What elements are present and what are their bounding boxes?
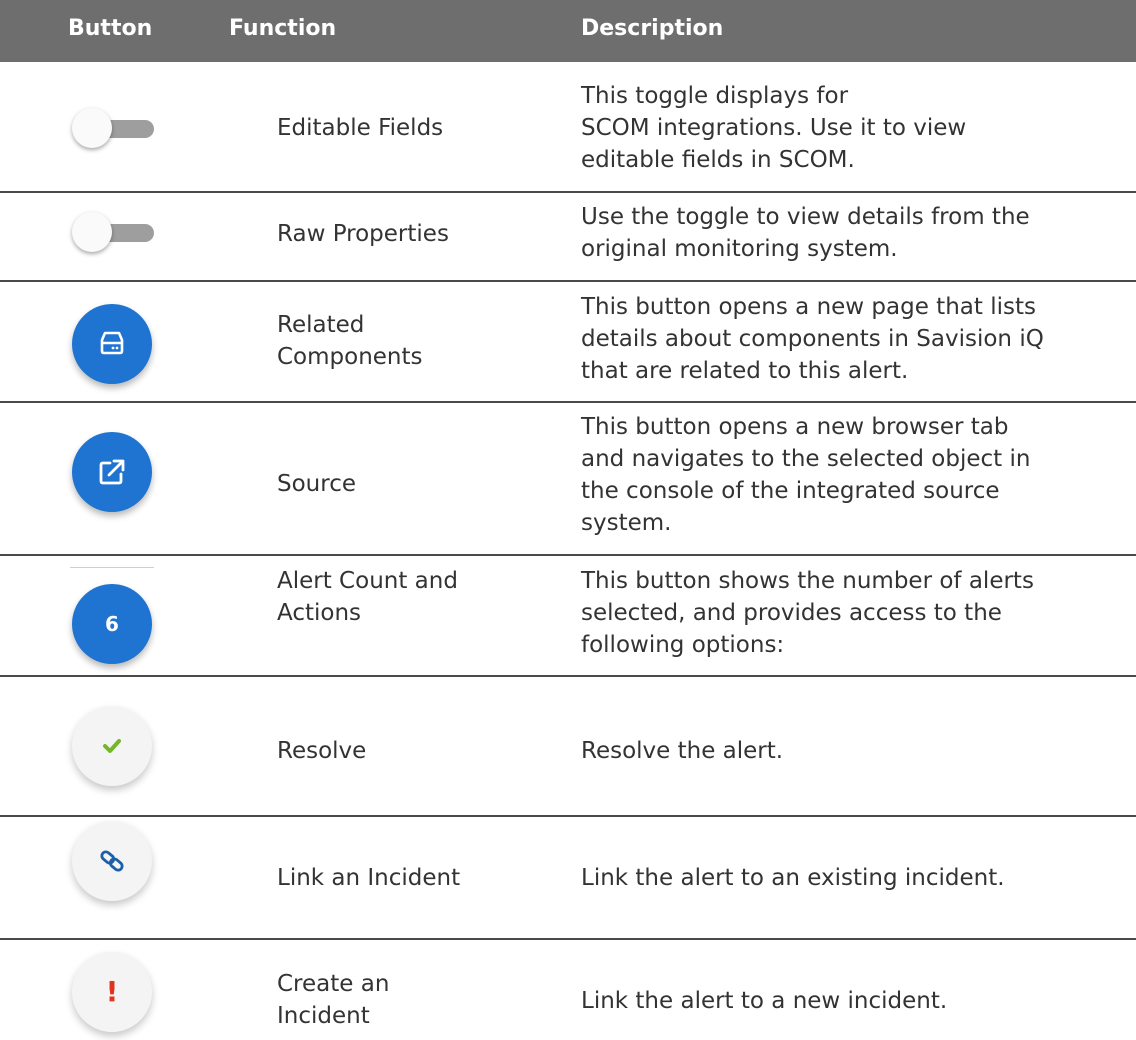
checkmark-icon	[103, 739, 121, 753]
description-related-components: This button opens a new page that lists …	[581, 294, 1044, 384]
resolve-button[interactable]	[72, 706, 152, 786]
function-link-incident: Link an Incident	[277, 865, 461, 891]
row-divider	[0, 401, 1136, 403]
toggle-knob	[72, 108, 112, 148]
table-header: Button Function Description	[0, 0, 1136, 62]
description-link-incident: Link the alert to an existing incident.	[581, 865, 1005, 891]
function-editable-fields: Editable Fields	[277, 115, 444, 141]
function-raw-properties: Raw Properties	[277, 221, 449, 247]
description-create-incident: Link the alert to a new incident.	[581, 988, 948, 1014]
function-resolve: Resolve	[277, 738, 367, 764]
row-divider	[0, 280, 1136, 282]
source-button[interactable]	[72, 432, 152, 512]
row-divider	[0, 938, 1136, 940]
function-alert-count: Alert Count and Actions	[277, 568, 458, 626]
exclamation-icon: !	[105, 975, 119, 1008]
alert-count-button[interactable]: 6	[72, 584, 152, 664]
function-create-incident: Create an Incident	[277, 971, 390, 1029]
row-divider	[0, 554, 1136, 556]
description-editable-fields: This toggle displays for SCOM integratio…	[581, 83, 967, 173]
link-icon	[100, 850, 124, 872]
open-in-new-icon	[99, 459, 125, 485]
editable-fields-toggle[interactable]	[72, 108, 158, 148]
link-incident-button[interactable]	[72, 821, 152, 901]
header-button: Button	[68, 16, 153, 41]
alert-count-badge: 6	[105, 612, 119, 636]
row-divider	[0, 191, 1136, 193]
raw-properties-toggle[interactable]	[72, 212, 158, 252]
create-incident-button[interactable]: !	[72, 952, 152, 1032]
description-raw-properties: Use the toggle to view details from the …	[581, 204, 1030, 262]
toggle-knob	[72, 212, 112, 252]
row-divider	[0, 675, 1136, 677]
description-alert-count: This button shows the number of alerts s…	[581, 568, 1034, 658]
header-function: Function	[229, 16, 337, 41]
related-components-button[interactable]	[72, 304, 152, 384]
header-description: Description	[581, 16, 724, 41]
row-divider	[0, 815, 1136, 817]
description-source: This button opens a new browser tab and …	[581, 414, 1031, 536]
function-source: Source	[277, 471, 356, 497]
storage-drive-icon	[100, 331, 124, 355]
description-resolve: Resolve the alert.	[581, 738, 784, 764]
badge-edge-line	[70, 567, 154, 568]
function-related-components: Related Components	[277, 312, 423, 370]
